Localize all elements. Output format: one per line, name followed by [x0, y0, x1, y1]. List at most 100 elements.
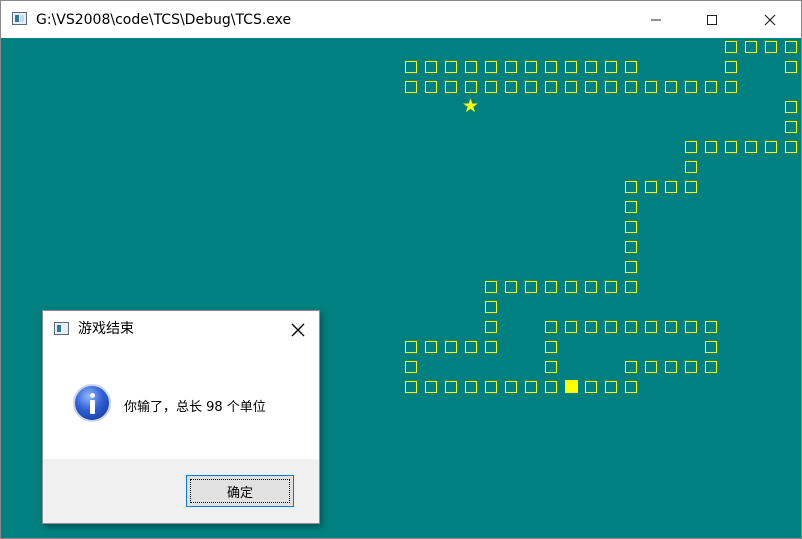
- snake-body-segment: [485, 281, 497, 293]
- snake-body-segment: [585, 81, 597, 93]
- snake-body-segment: [625, 321, 637, 333]
- snake-body-segment: [565, 81, 577, 93]
- snake-body-segment: [505, 281, 517, 293]
- window-title: G:\VS2008\code\TCS\Debug\TCS.exe: [36, 12, 292, 28]
- snake-body-segment: [465, 381, 477, 393]
- minimize-icon: [651, 19, 661, 20]
- snake-body-segment: [685, 141, 697, 153]
- snake-body-segment: [625, 381, 637, 393]
- snake-body-segment: [665, 181, 677, 193]
- snake-body-segment: [605, 281, 617, 293]
- snake-body-segment: [405, 61, 417, 73]
- snake-body-segment: [605, 381, 617, 393]
- game-over-dialog: 游戏结束 你输了，总长 98 个单位 确定: [42, 310, 320, 524]
- food-star-icon: ★: [462, 95, 480, 117]
- snake-body-segment: [685, 361, 697, 373]
- snake-body-segment: [545, 61, 557, 73]
- snake-body-segment: [625, 361, 637, 373]
- snake-body-segment: [785, 121, 797, 133]
- snake-body-segment: [485, 381, 497, 393]
- snake-body-segment: [425, 81, 437, 93]
- snake-body-segment: [645, 181, 657, 193]
- snake-body-segment: [405, 341, 417, 353]
- snake-body-segment: [505, 81, 517, 93]
- ok-button[interactable]: 确定: [186, 475, 294, 507]
- snake-body-segment: [785, 61, 797, 73]
- snake-body-segment: [425, 341, 437, 353]
- snake-body-segment: [765, 141, 777, 153]
- snake-head: [565, 380, 578, 393]
- snake-body-segment: [645, 321, 657, 333]
- snake-body-segment: [405, 381, 417, 393]
- snake-body-segment: [565, 281, 577, 293]
- snake-body-segment: [505, 61, 517, 73]
- close-icon: [291, 323, 305, 337]
- snake-body-segment: [545, 321, 557, 333]
- snake-body-segment: [705, 81, 717, 93]
- snake-body-segment: [645, 81, 657, 93]
- snake-body-segment: [605, 61, 617, 73]
- snake-body-segment: [485, 341, 497, 353]
- snake-body-segment: [785, 141, 797, 153]
- dialog-title: 游戏结束: [78, 321, 134, 337]
- snake-body-segment: [625, 81, 637, 93]
- snake-body-segment: [545, 381, 557, 393]
- snake-body-segment: [485, 321, 497, 333]
- title-bar[interactable]: G:\VS2008\code\TCS\Debug\TCS.exe: [1, 1, 801, 38]
- snake-body-segment: [785, 41, 797, 53]
- snake-body-segment: [705, 341, 717, 353]
- snake-body-segment: [525, 81, 537, 93]
- snake-body-segment: [405, 361, 417, 373]
- snake-body-segment: [785, 101, 797, 113]
- minimize-button[interactable]: [633, 1, 679, 38]
- snake-body-segment: [645, 361, 657, 373]
- snake-body-segment: [545, 341, 557, 353]
- snake-body-segment: [705, 361, 717, 373]
- snake-body-segment: [625, 241, 637, 253]
- snake-body-segment: [725, 61, 737, 73]
- close-button[interactable]: [747, 1, 793, 38]
- snake-body-segment: [445, 81, 457, 93]
- snake-body-segment: [585, 61, 597, 73]
- console-app-icon: [12, 12, 27, 25]
- snake-body-segment: [685, 81, 697, 93]
- snake-body-segment: [665, 81, 677, 93]
- snake-body-segment: [685, 321, 697, 333]
- snake-body-segment: [545, 81, 557, 93]
- snake-body-segment: [505, 381, 517, 393]
- snake-body-segment: [545, 361, 557, 373]
- snake-body-segment: [705, 141, 717, 153]
- snake-body-segment: [725, 81, 737, 93]
- snake-body-segment: [625, 201, 637, 213]
- snake-body-segment: [625, 181, 637, 193]
- snake-body-segment: [605, 321, 617, 333]
- snake-body-segment: [445, 61, 457, 73]
- snake-body-segment: [585, 381, 597, 393]
- snake-body-segment: [445, 381, 457, 393]
- snake-body-segment: [585, 281, 597, 293]
- snake-body-segment: [485, 81, 497, 93]
- snake-body-segment: [485, 61, 497, 73]
- snake-body-segment: [625, 261, 637, 273]
- snake-body-segment: [565, 61, 577, 73]
- dialog-close-button[interactable]: [283, 315, 313, 345]
- snake-body-segment: [565, 321, 577, 333]
- snake-body-segment: [485, 301, 497, 313]
- information-icon: [73, 384, 111, 422]
- close-icon: [764, 14, 776, 25]
- snake-body-segment: [445, 341, 457, 353]
- snake-body-segment: [625, 61, 637, 73]
- snake-body-segment: [525, 61, 537, 73]
- snake-body-segment: [605, 81, 617, 93]
- snake-body-segment: [425, 61, 437, 73]
- snake-body-segment: [665, 321, 677, 333]
- maximize-icon: [707, 14, 717, 25]
- snake-body-segment: [705, 321, 717, 333]
- dialog-app-icon: [54, 322, 69, 335]
- maximize-button[interactable]: [689, 1, 735, 38]
- snake-body-segment: [625, 221, 637, 233]
- snake-body-segment: [765, 41, 777, 53]
- snake-body-segment: [665, 361, 677, 373]
- snake-body-segment: [685, 161, 697, 173]
- snake-body-segment: [405, 81, 417, 93]
